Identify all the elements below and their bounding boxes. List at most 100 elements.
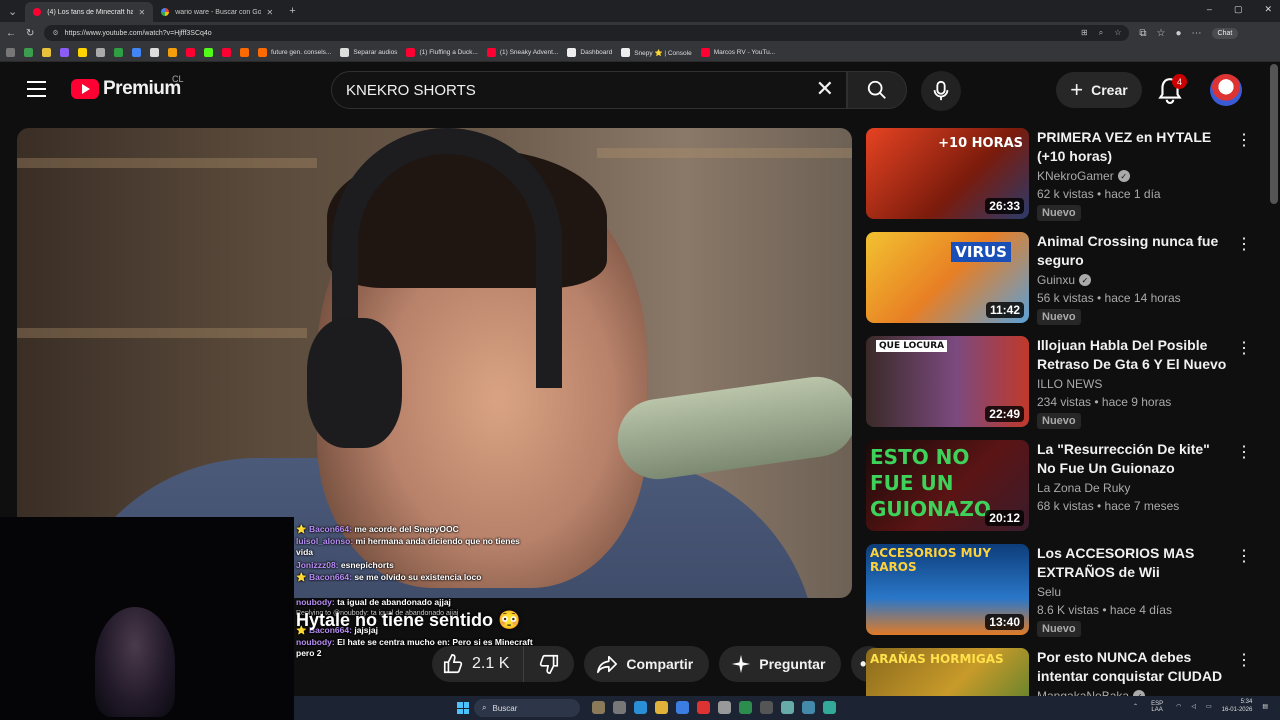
- recommendation-title[interactable]: Illojuan Habla Del Posible Retraso De Gt…: [1037, 336, 1232, 374]
- video-thumbnail[interactable]: ESTO NO FUE UN GUIONAZO 20:12: [866, 440, 1029, 531]
- page-scrollbar[interactable]: [1270, 64, 1278, 204]
- recommendation-item[interactable]: QUE LOCURA 22:49 Illojuan Habla Del Posi…: [866, 336, 1266, 440]
- recommendation-title[interactable]: Los ACCESORIOS MAS EXTRAÑOS de Wii: [1037, 544, 1232, 582]
- bookmark-item[interactable]: Snepy ⭐ | Console: [621, 48, 692, 57]
- more-vert-icon[interactable]: ⋮: [1236, 338, 1252, 358]
- bookmark-icon[interactable]: [168, 48, 177, 57]
- tab-search-icon[interactable]: ⌄: [0, 5, 25, 18]
- recommendation-title[interactable]: La "Resurrección De kite" No Fue Un Guio…: [1037, 440, 1232, 478]
- more-vert-icon[interactable]: ⋮: [1236, 650, 1252, 670]
- bookmark-icon[interactable]: [132, 48, 141, 57]
- more-vert-icon[interactable]: ⋮: [1236, 442, 1252, 462]
- search-input[interactable]: KNEKRO SHORTS ✕: [331, 71, 847, 109]
- copilot-chat-button[interactable]: Chat: [1211, 27, 1239, 39]
- taskbar-search[interactable]: ⌕ Buscar: [474, 699, 580, 717]
- keyboard-language[interactable]: ESP LAA: [1148, 701, 1166, 713]
- wifi-icon[interactable]: ◠: [1176, 703, 1181, 710]
- bookmark-item[interactable]: (1) Fluffing a Duck...: [406, 48, 478, 57]
- site-info-icon[interactable]: ⚙: [52, 29, 58, 37]
- menu-icon[interactable]: [27, 81, 46, 97]
- close-tab-icon[interactable]: ✕: [139, 8, 146, 17]
- taskbar-app-icon[interactable]: [760, 701, 773, 714]
- install-icon[interactable]: ⊞: [1081, 28, 1088, 38]
- bookmark-icon[interactable]: [204, 48, 213, 57]
- recommendation-title[interactable]: PRIMERA VEZ en HYTALE (+10 horas): [1037, 128, 1232, 166]
- bookmark-icon[interactable]: [96, 48, 105, 57]
- video-thumbnail[interactable]: +10 HORAS 26:33: [866, 128, 1029, 219]
- recommendation-title[interactable]: Animal Crossing nunca fue seguro: [1037, 232, 1232, 270]
- taskbar-app-icon[interactable]: [613, 701, 626, 714]
- taskbar-app-icon[interactable]: [718, 701, 731, 714]
- maximize-icon[interactable]: ▢: [1234, 4, 1243, 15]
- back-icon[interactable]: ←: [6, 28, 16, 39]
- voice-search-button[interactable]: [921, 71, 961, 111]
- bookmark-item[interactable]: future gen. consels...: [258, 48, 331, 57]
- notifications-icon[interactable]: ▤: [1262, 703, 1268, 710]
- channel-name[interactable]: La Zona De Ruky: [1037, 481, 1232, 495]
- bookmark-icon[interactable]: [150, 48, 159, 57]
- channel-name[interactable]: KNekroGamer ✓: [1037, 169, 1232, 183]
- clear-search-icon[interactable]: ✕: [816, 78, 834, 100]
- recommendation-item[interactable]: ACCESORIOS MUY RAROS 13:40 Los ACCESORIO…: [866, 544, 1266, 648]
- channel-name[interactable]: Guinxu ✓: [1037, 273, 1232, 287]
- video-thumbnail[interactable]: QUE LOCURA 22:49: [866, 336, 1029, 427]
- bookmark-icon[interactable]: [114, 48, 123, 57]
- recommendation-title[interactable]: Por esto NUNCA debes intentar conquistar…: [1037, 648, 1232, 686]
- profile-icon[interactable]: ●: [1176, 28, 1182, 39]
- battery-icon[interactable]: ▭: [1206, 703, 1212, 710]
- bookmark-icon[interactable]: [6, 48, 15, 57]
- more-vert-icon[interactable]: ⋮: [1236, 546, 1252, 566]
- bookmark-icon[interactable]: [78, 48, 87, 57]
- url-field[interactable]: ⚙ https://www.youtube.com/watch?v=Hjfff3…: [44, 25, 1130, 41]
- like-button[interactable]: 2.1 K: [432, 646, 525, 682]
- clock[interactable]: 5:34 16-01-2026: [1222, 699, 1253, 715]
- bookmark-icon[interactable]: [24, 48, 33, 57]
- bookmark-icon[interactable]: [60, 48, 69, 57]
- bookmark-icon[interactable]: [186, 48, 195, 57]
- menu-dots-icon[interactable]: ⋯: [1192, 28, 1202, 39]
- bookmark-icon[interactable]: [222, 48, 231, 57]
- minimize-icon[interactable]: –: [1207, 4, 1212, 15]
- taskbar-app-icon[interactable]: [634, 701, 647, 714]
- zoom-icon[interactable]: ⌕: [1099, 28, 1103, 38]
- share-button[interactable]: Compartir: [584, 646, 710, 682]
- bookmark-icon[interactable]: [42, 48, 51, 57]
- browser-tab-youtube[interactable]: (4) Los fans de Minecraft hateando ✕: [25, 2, 154, 22]
- new-tab-icon[interactable]: +: [281, 5, 303, 17]
- channel-name[interactable]: Selu: [1037, 585, 1232, 599]
- close-tab-icon[interactable]: ✕: [267, 8, 274, 17]
- recommendation-item[interactable]: VIRUS 11:42 Animal Crossing nunca fue se…: [866, 232, 1266, 336]
- recommendation-item[interactable]: ESTO NO FUE UN GUIONAZO 20:12 La "Resurr…: [866, 440, 1266, 544]
- tray-chevron-icon[interactable]: ⌃: [1133, 703, 1138, 710]
- windows-start-icon[interactable]: [457, 702, 469, 714]
- bookmark-item[interactable]: Dashboard: [567, 48, 612, 57]
- browser-tab-google[interactable]: wario ware - Buscar con Google ✕: [153, 2, 281, 22]
- account-avatar[interactable]: [1210, 74, 1242, 106]
- dislike-button[interactable]: [524, 646, 575, 682]
- favorites-icon[interactable]: ☆: [1157, 28, 1166, 39]
- volume-icon[interactable]: ◁: [1191, 703, 1196, 710]
- taskbar-app-icon[interactable]: [781, 701, 794, 714]
- taskbar-app-icon[interactable]: [655, 701, 668, 714]
- reload-icon[interactable]: ↻: [26, 28, 34, 39]
- bookmark-item[interactable]: (1) Sneaky Advent...: [486, 48, 558, 57]
- video-thumbnail[interactable]: ACCESORIOS MUY RAROS 13:40: [866, 544, 1029, 635]
- search-button[interactable]: [847, 71, 907, 109]
- channel-name[interactable]: ILLO NEWS: [1037, 377, 1232, 391]
- youtube-premium-logo[interactable]: Premium: [71, 78, 181, 100]
- taskbar-app-icon[interactable]: [823, 701, 836, 714]
- bookmark-icon[interactable]: [240, 48, 249, 57]
- more-vert-icon[interactable]: ⋮: [1236, 234, 1252, 254]
- taskbar-app-icon[interactable]: [802, 701, 815, 714]
- ask-button[interactable]: Preguntar: [719, 646, 842, 682]
- bookmark-item[interactable]: Separar audios: [340, 48, 397, 57]
- more-vert-icon[interactable]: ⋮: [1236, 130, 1252, 150]
- taskbar-app-icon[interactable]: [676, 701, 689, 714]
- close-window-icon[interactable]: ✕: [1264, 4, 1272, 15]
- taskbar-app-icon[interactable]: [739, 701, 752, 714]
- bookmark-item[interactable]: Marcos RV - YouTu...: [700, 48, 775, 57]
- bookmark-star-icon[interactable]: ☆: [1114, 28, 1121, 38]
- video-thumbnail[interactable]: VIRUS 11:42: [866, 232, 1029, 323]
- taskbar-app-icon[interactable]: [697, 701, 710, 714]
- taskbar-app-icon[interactable]: [592, 701, 605, 714]
